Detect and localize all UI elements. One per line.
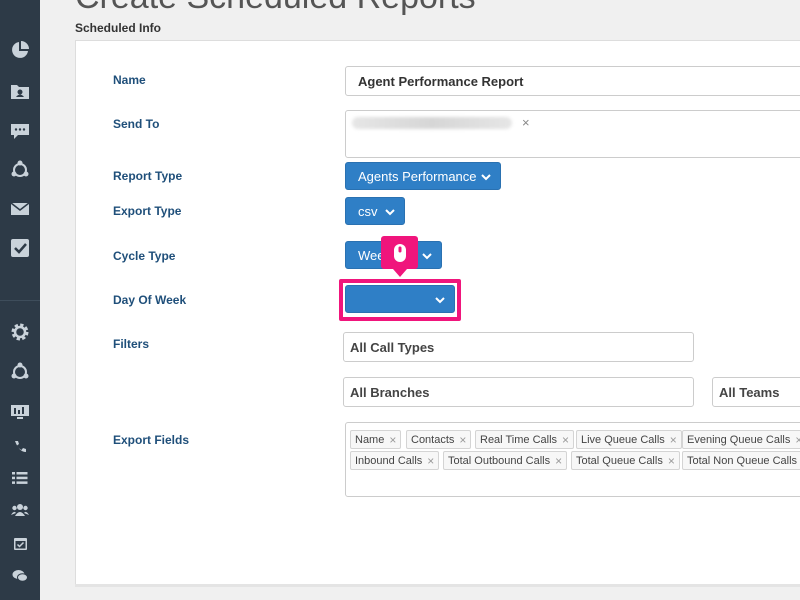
cycle-type-label: Cycle Type <box>113 249 176 263</box>
monitor-icon[interactable] <box>9 401 31 423</box>
tag-remove-icon[interactable]: × <box>389 433 396 447</box>
panel-bottom-border <box>75 584 800 587</box>
day-of-week-label: Day Of Week <box>113 293 187 307</box>
contacts-folder-icon[interactable] <box>9 80 31 102</box>
mouse-click-indicator <box>381 236 418 277</box>
conversations-icon[interactable] <box>9 565 31 587</box>
export-field-tag: Contacts × <box>406 430 472 449</box>
chevron-down-icon <box>422 253 432 260</box>
tag-remove-icon[interactable]: × <box>459 433 466 447</box>
export-field-tag: Real Time Calls × <box>475 430 575 449</box>
page-title: Create Scheduled Reports <box>75 0 476 17</box>
chevron-down-icon <box>385 209 395 216</box>
mouse-icon <box>393 243 406 262</box>
report-type-label: Report Type <box>113 169 183 183</box>
phone-icon[interactable] <box>9 436 31 458</box>
checklist-icon[interactable] <box>9 237 31 259</box>
export-type-select[interactable]: csv <box>345 197 405 225</box>
sidebar <box>0 0 40 600</box>
tag-remove-icon[interactable]: × <box>555 454 562 468</box>
export-field-tag: Live Queue Calls × <box>576 430 682 449</box>
send-to-label: Send To <box>113 117 160 131</box>
recipient-chip <box>352 117 512 129</box>
recipient-remove-icon[interactable]: × <box>522 115 530 130</box>
tag-remove-icon[interactable]: × <box>670 433 677 447</box>
sidebar-divider <box>0 300 40 301</box>
network-icon[interactable] <box>9 361 31 383</box>
tag-remove-icon[interactable]: × <box>427 454 434 468</box>
name-label: Name <box>113 73 146 87</box>
export-type-value: csv <box>358 203 378 219</box>
export-field-tag: Total Non Queue Calls× <box>682 451 800 470</box>
export-field-tag: Total Queue Calls × <box>571 451 680 470</box>
name-input[interactable]: Agent Performance Report <box>345 66 800 96</box>
list-icon[interactable] <box>9 467 31 489</box>
report-type-value: Agents Performance <box>358 168 477 184</box>
export-type-label: Export Type <box>113 204 182 218</box>
branches-filter[interactable]: All Branches <box>343 377 694 407</box>
tag-remove-icon[interactable]: × <box>668 454 675 468</box>
calendar-icon[interactable] <box>9 532 31 554</box>
mail-icon[interactable] <box>9 198 31 220</box>
tag-remove-icon[interactable]: × <box>795 433 800 447</box>
click-target-highlight <box>339 279 461 321</box>
chevron-down-icon <box>481 174 491 181</box>
pie-chart-icon[interactable] <box>9 39 31 61</box>
report-type-select[interactable]: Agents Performance <box>345 162 501 190</box>
export-field-tag: Inbound Calls × <box>350 451 440 470</box>
section-label: Scheduled Info <box>75 21 162 35</box>
export-field-tag: Name × <box>350 430 402 449</box>
settings-gear-icon[interactable] <box>9 321 31 343</box>
users-icon[interactable] <box>9 499 31 521</box>
call-types-filter[interactable]: All Call Types <box>343 332 694 362</box>
chat-icon[interactable] <box>9 120 31 142</box>
filters-label: Filters <box>113 337 150 351</box>
export-field-tag: Evening Queue Calls × <box>682 430 800 449</box>
tag-remove-icon[interactable]: × <box>562 433 569 447</box>
integrations-icon[interactable] <box>9 159 31 181</box>
export-field-tag: Total Outbound Calls × <box>443 451 568 470</box>
export-fields-label: Export Fields <box>113 433 190 447</box>
teams-filter[interactable]: All Teams <box>712 377 800 407</box>
